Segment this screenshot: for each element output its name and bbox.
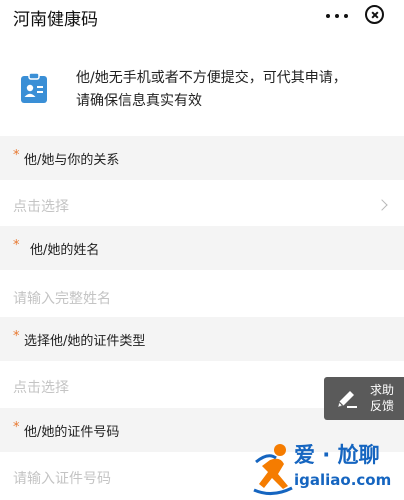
proxy-application-notice: 他/她无手机或者不方便提交，可代其申请， 请确保信息真实有效 [0, 34, 404, 136]
name-placeholder: 请输入完整姓名 [13, 291, 111, 307]
chevron-right-icon [376, 199, 388, 211]
pen-edit-icon [338, 391, 357, 408]
required-mark: * [13, 238, 20, 253]
notice-text-line-2: 请确保信息真实有效 [76, 93, 202, 109]
watermark-url: igaliao.com [294, 471, 392, 489]
relationship-placeholder: 点击选择 [13, 199, 69, 215]
watermark-title: 爱 · 尬聊 [294, 443, 380, 467]
name-label: 他/她的姓名 [30, 243, 100, 258]
help-feedback-button[interactable]: 求助反馈 [324, 377, 404, 420]
relationship-label: 他/她与你的关系 [24, 153, 120, 168]
required-mark: * [13, 420, 20, 435]
close-circle-icon[interactable] [365, 5, 384, 24]
id-type-label-row: * 选择他/她的证件类型 [0, 317, 404, 361]
site-watermark: 爱 · 尬聊 igaliao.com [250, 436, 404, 500]
id-number-placeholder: 请输入证件号码 [13, 471, 111, 487]
id-card-clipboard-icon [21, 72, 47, 103]
id-type-placeholder: 点击选择 [13, 380, 69, 396]
help-feedback-label: 求助反馈 [370, 383, 395, 413]
running-figure-logo [253, 444, 293, 495]
name-label-row: * 他/她的姓名 [0, 226, 404, 270]
notice-text-line-1: 他/她无手机或者不方便提交，可代其申请， [76, 70, 347, 86]
app-title: 河南健康码 [13, 10, 98, 30]
id-number-label: 他/她的证件号码 [24, 425, 120, 440]
id-type-label: 选择他/她的证件类型 [24, 334, 146, 349]
required-mark: * [13, 148, 20, 163]
relationship-select[interactable]: 点击选择 [0, 180, 404, 230]
relationship-label-row: * 他/她与你的关系 [0, 136, 404, 180]
required-mark: * [13, 329, 20, 344]
name-input[interactable]: 请输入完整姓名 [0, 272, 404, 322]
app-header: 河南健康码 [0, 0, 404, 34]
more-dots-icon[interactable] [326, 7, 348, 25]
